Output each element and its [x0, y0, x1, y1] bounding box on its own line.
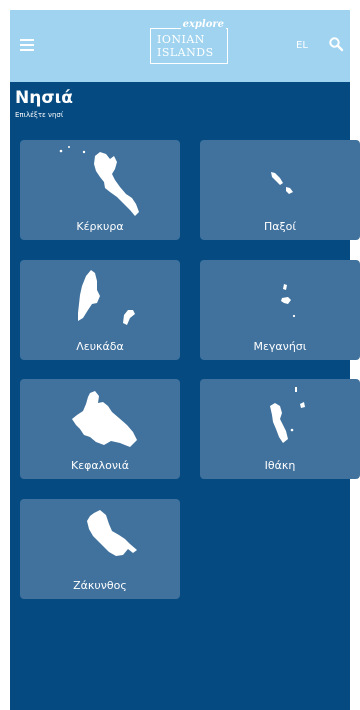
- logo-line-2: ISLANDS: [157, 46, 214, 59]
- app-bar: explore IONIAN ISLANDS EL: [10, 10, 350, 82]
- island-card-kerkyra[interactable]: Κέρκυρα: [20, 140, 180, 240]
- language-switch[interactable]: EL: [296, 40, 308, 51]
- page-title: Νησιά: [15, 88, 73, 108]
- hamburger-menu-icon[interactable]: [20, 39, 34, 53]
- island-card-paxoi[interactable]: Παξοί: [200, 140, 360, 240]
- logo-tagline: explore: [180, 19, 226, 30]
- app-screen: explore IONIAN ISLANDS EL Νησιά Επιλέξτε…: [10, 10, 360, 710]
- island-name: Παξοί: [263, 220, 297, 233]
- island-name: Κεφαλονιά: [70, 459, 130, 472]
- island-card-zakynthos[interactable]: Ζάκυνθος: [20, 499, 180, 599]
- island-card-meganisi[interactable]: Μεγανήσι: [200, 260, 360, 360]
- ionian-islands-logo[interactable]: explore IONIAN ISLANDS: [150, 19, 228, 64]
- island-name: Κέρκυρα: [76, 220, 124, 233]
- search-icon[interactable]: [328, 36, 344, 52]
- island-name: Ιθάκη: [264, 459, 296, 472]
- island-card-lefkada[interactable]: Λευκάδα: [20, 260, 180, 360]
- page-subtitle: Επιλέξτε νησί: [15, 111, 64, 119]
- island-card-ithaki[interactable]: Ιθάκη: [200, 379, 360, 479]
- island-name: Μεγανήσι: [253, 340, 307, 353]
- logo-line-1: IONIAN: [157, 33, 205, 46]
- island-name: Ζάκυνθος: [73, 579, 127, 592]
- island-name: Λευκάδα: [76, 340, 124, 353]
- island-card-kefalonia[interactable]: Κεφαλονιά: [20, 379, 180, 479]
